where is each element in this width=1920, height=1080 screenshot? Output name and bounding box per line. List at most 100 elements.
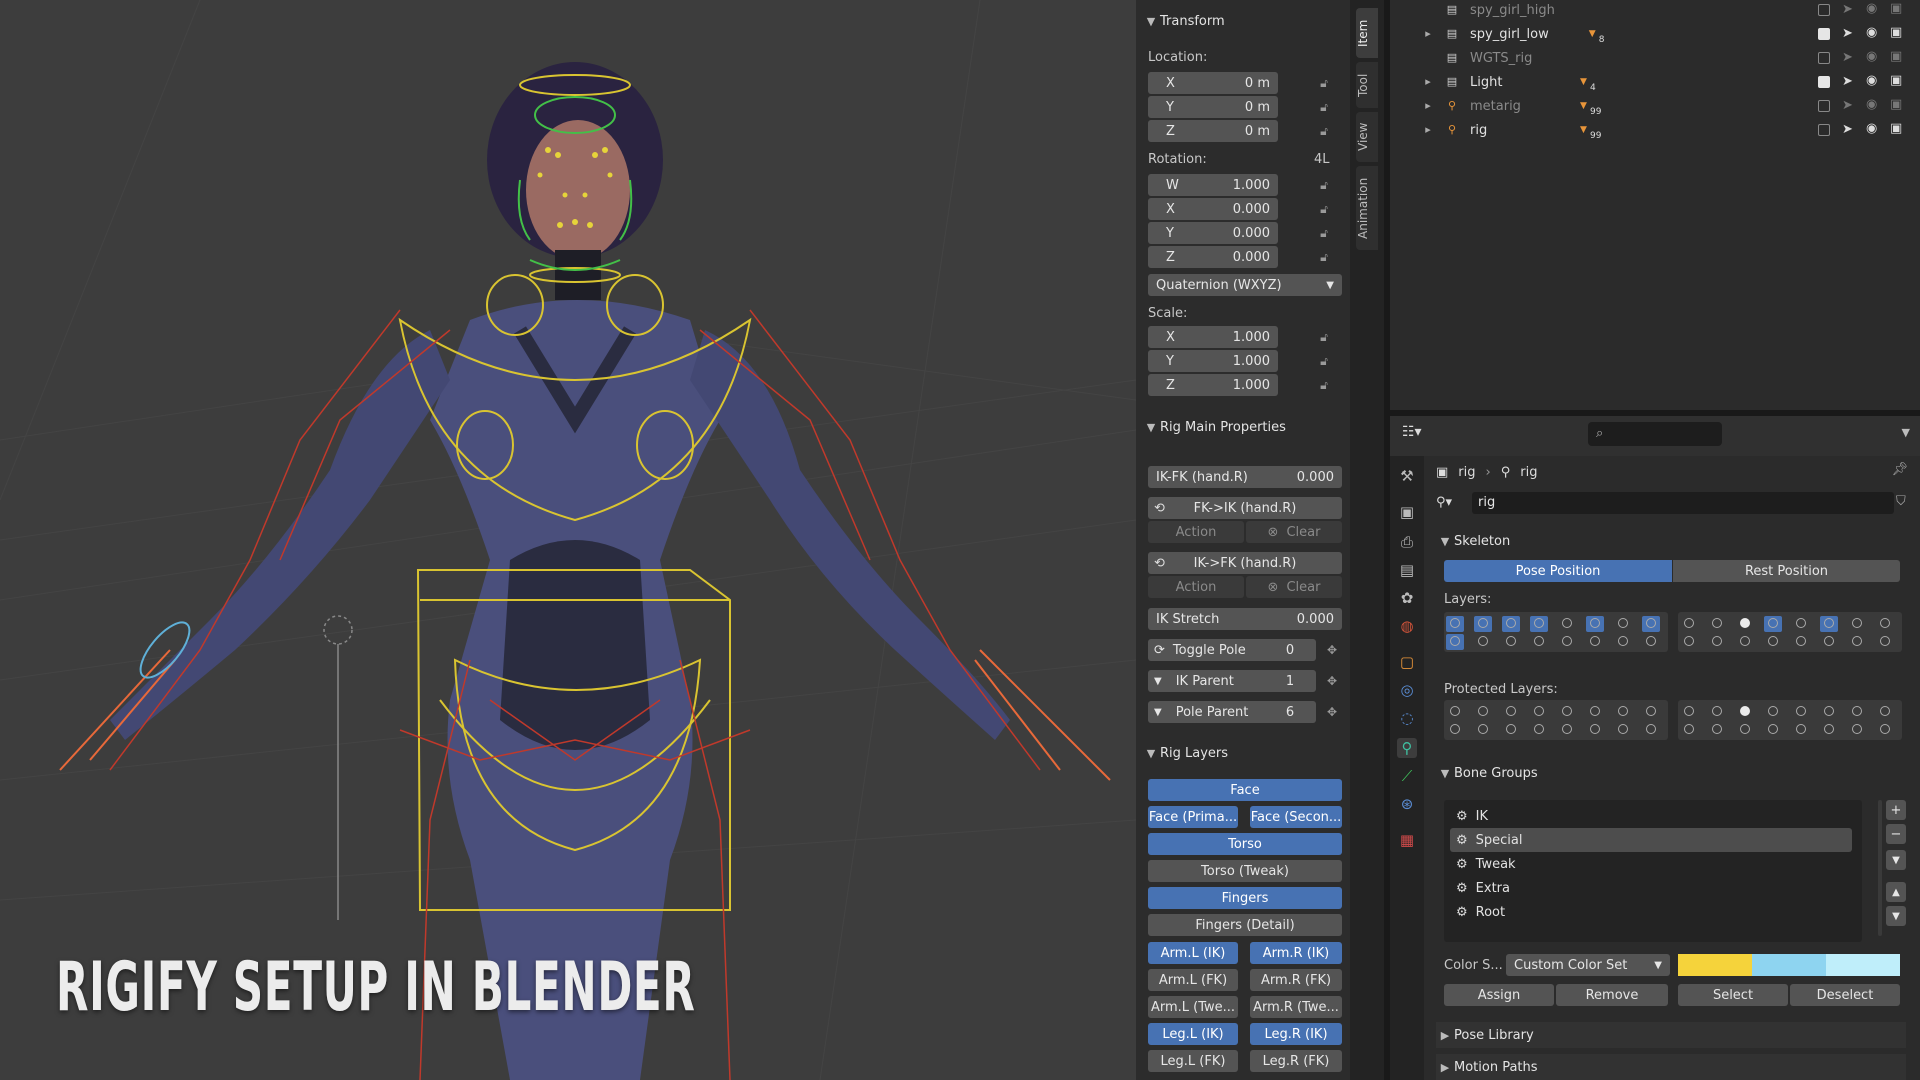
camera-icon[interactable]: ▣ xyxy=(1890,97,1902,112)
move-down-button[interactable]: ▼ xyxy=(1886,906,1906,926)
layer-arm-r-fk-toggle[interactable]: Arm.R (FK) xyxy=(1250,969,1342,991)
search-input[interactable]: ⌕ xyxy=(1588,422,1722,446)
tab-item[interactable]: Item xyxy=(1356,8,1378,58)
camera-icon[interactable]: ▣ xyxy=(1890,49,1902,64)
exclude-checkbox[interactable] xyxy=(1818,4,1830,16)
view-layer-tab-icon[interactable]: ▤ xyxy=(1397,560,1417,580)
scale-x-field[interactable]: X 1.000 xyxy=(1148,326,1278,348)
world-tab-icon[interactable]: ◍ xyxy=(1397,616,1417,636)
eye-icon[interactable]: ◉ xyxy=(1866,121,1877,136)
eye-icon[interactable]: ◉ xyxy=(1866,49,1877,64)
remove-group-button[interactable]: − xyxy=(1886,824,1906,844)
exclude-checkbox[interactable] xyxy=(1818,100,1830,112)
add-group-button[interactable]: + xyxy=(1886,800,1906,820)
pole-parent-field[interactable]: ▼ Pole Parent 6 xyxy=(1148,701,1316,723)
exclude-checkbox[interactable] xyxy=(1818,52,1830,64)
armature-datablock-icon[interactable]: ⚲▾ xyxy=(1436,492,1470,514)
lock-icon[interactable]: 🔓︎ xyxy=(1316,124,1332,138)
select-arrow-icon[interactable]: ➤ xyxy=(1842,50,1853,65)
rotation-mode-select[interactable]: Quaternion (WXYZ) ▼ xyxy=(1148,274,1342,296)
camera-icon[interactable]: ▣ xyxy=(1890,25,1902,40)
move-up-button[interactable]: ▲ xyxy=(1886,882,1906,902)
pin-icon[interactable]: 📌︎ xyxy=(1891,462,1908,477)
ik-to-fk-button[interactable]: ⟲ IK->FK (hand.R) xyxy=(1148,552,1342,574)
bone-groups-list[interactable]: ⚙ IK ⚙ Special ⚙ Tweak ⚙ Extra ⚙ Root xyxy=(1444,800,1862,942)
fk-ik-action-button[interactable]: Action xyxy=(1148,521,1244,543)
lock-icon[interactable]: 🔓︎ xyxy=(1316,178,1332,192)
select-button[interactable]: Select xyxy=(1678,984,1788,1006)
rotation-z-field[interactable]: Z 0.000 xyxy=(1148,246,1278,268)
fk-ik-clear-button[interactable]: ⊗ Clear xyxy=(1246,521,1342,543)
render-tab-icon[interactable]: ▣ xyxy=(1397,502,1417,522)
transform-header[interactable]: ▼ Transform xyxy=(1142,8,1225,34)
bone-constraint-tab-icon[interactable]: ⊛ xyxy=(1397,794,1417,814)
rig-layers-header[interactable]: ▼ Rig Layers xyxy=(1142,740,1228,766)
location-z-field[interactable]: Z 0 m xyxy=(1148,120,1278,142)
layer-leg-l-ik-toggle[interactable]: Leg.L (IK) xyxy=(1148,1023,1238,1045)
physics-tab-icon[interactable]: ◌ xyxy=(1397,708,1417,728)
camera-icon[interactable]: ▣ xyxy=(1890,1,1902,16)
scene-tab-icon[interactable]: ✿ xyxy=(1397,588,1417,608)
armature-name-field[interactable]: rig xyxy=(1472,492,1894,514)
scale-z-field[interactable]: Z 1.000 xyxy=(1148,374,1278,396)
scale-y-field[interactable]: Y 1.000 xyxy=(1148,350,1278,372)
location-x-field[interactable]: X 0 m xyxy=(1148,72,1278,94)
object-tab-icon[interactable]: ▢ xyxy=(1397,652,1417,672)
layer-torso-toggle[interactable]: Torso xyxy=(1148,833,1342,855)
layer-arm-r-tweak-toggle[interactable]: Arm.R (Twe... xyxy=(1250,996,1342,1018)
tab-animation[interactable]: Animation xyxy=(1356,166,1378,250)
layer-leg-r-ik-toggle[interactable]: Leg.R (IK) xyxy=(1250,1023,1342,1045)
lock-icon[interactable]: 🔓︎ xyxy=(1316,202,1332,216)
select-arrow-icon[interactable]: ➤ xyxy=(1842,74,1853,89)
bone-groups-header[interactable]: ▼ Bone Groups xyxy=(1436,760,1538,786)
outliner-row[interactable]: ▤ spy_girl_high ➤ ◉ ▣ xyxy=(1390,0,1920,22)
lock-icon[interactable]: 🔓︎ xyxy=(1316,378,1332,392)
keyframe-icon[interactable]: ✥ xyxy=(1324,643,1340,657)
bone-group-item[interactable]: ⚙ Tweak xyxy=(1450,852,1852,876)
lock-icon[interactable]: 🔓︎ xyxy=(1316,226,1332,240)
motion-paths-header[interactable]: ▶ Motion Paths xyxy=(1436,1054,1906,1080)
bone-group-item[interactable]: ⚙ Extra xyxy=(1450,876,1852,900)
layer-arm-l-fk-toggle[interactable]: Arm.L (FK) xyxy=(1148,969,1238,991)
camera-icon[interactable]: ▣ xyxy=(1890,73,1902,88)
armature-data-tab-icon[interactable]: ⚲ xyxy=(1397,738,1417,758)
rig-main-header[interactable]: ▼ Rig Main Properties xyxy=(1142,414,1286,440)
editor-type-icon[interactable]: ☷▾ xyxy=(1402,424,1438,446)
chevron-right-icon[interactable] xyxy=(1420,51,1436,65)
layer-torso-tweak-toggle[interactable]: Torso (Tweak) xyxy=(1148,860,1342,882)
rotation-w-field[interactable]: W 1.000 xyxy=(1148,174,1278,196)
fake-user-shield-icon[interactable]: ⛉ xyxy=(1896,494,1906,509)
bone-group-item[interactable]: ⚙ IK xyxy=(1450,804,1852,828)
bone-group-item[interactable]: ⚙ Special xyxy=(1450,828,1852,852)
bone-group-item[interactable]: ⚙ Root xyxy=(1450,900,1852,924)
eye-icon[interactable]: ◉ xyxy=(1866,73,1877,88)
color-swatch[interactable] xyxy=(1752,954,1826,976)
select-arrow-icon[interactable]: ➤ xyxy=(1842,2,1853,17)
layer-arm-r-ik-toggle[interactable]: Arm.R (IK) xyxy=(1250,942,1342,964)
keyframe-icon[interactable]: ✥ xyxy=(1324,674,1340,688)
lock-icon[interactable]: 🔓︎ xyxy=(1316,76,1332,90)
pose-position-button[interactable]: Pose Position xyxy=(1444,560,1672,582)
skeleton-header[interactable]: ▼ Skeleton xyxy=(1436,528,1510,554)
tab-tool[interactable]: Tool xyxy=(1356,62,1378,108)
layer-leg-r-fk-toggle[interactable]: Leg.R (FK) xyxy=(1250,1050,1342,1072)
chevron-down-icon[interactable]: ▼ xyxy=(1902,426,1910,439)
tool-tab-icon[interactable]: ⚒ xyxy=(1397,466,1417,486)
deselect-button[interactable]: Deselect xyxy=(1790,984,1900,1006)
ik-parent-field[interactable]: ▼ IK Parent 1 xyxy=(1148,670,1316,692)
chevron-right-icon[interactable] xyxy=(1420,3,1436,17)
ikfk-slider[interactable]: IK-FK (hand.R) 0.000 xyxy=(1148,466,1342,488)
color-swatch[interactable] xyxy=(1678,954,1752,976)
select-arrow-icon[interactable]: ➤ xyxy=(1842,98,1853,113)
layer-face-toggle[interactable]: Face xyxy=(1148,779,1342,801)
color-swatch[interactable] xyxy=(1826,954,1900,976)
texture-tab-icon[interactable]: ▦ xyxy=(1397,830,1417,850)
ik-fk-clear-button[interactable]: ⊗ Clear xyxy=(1246,576,1342,598)
select-arrow-icon[interactable]: ➤ xyxy=(1842,26,1853,41)
rotation-x-field[interactable]: X 0.000 xyxy=(1148,198,1278,220)
exclude-checkbox[interactable] xyxy=(1818,28,1830,40)
3d-viewport[interactable]: RIGIFY SETUP IN BLENDER xyxy=(0,0,1136,1080)
layer-face-secondary-toggle[interactable]: Face (Secon... xyxy=(1250,806,1342,828)
lock-icon[interactable]: 🔓︎ xyxy=(1316,250,1332,264)
outliner-row[interactable]: ▸ ⚲ metarig ▼ 99 ➤ ◉ ▣ xyxy=(1390,94,1920,118)
